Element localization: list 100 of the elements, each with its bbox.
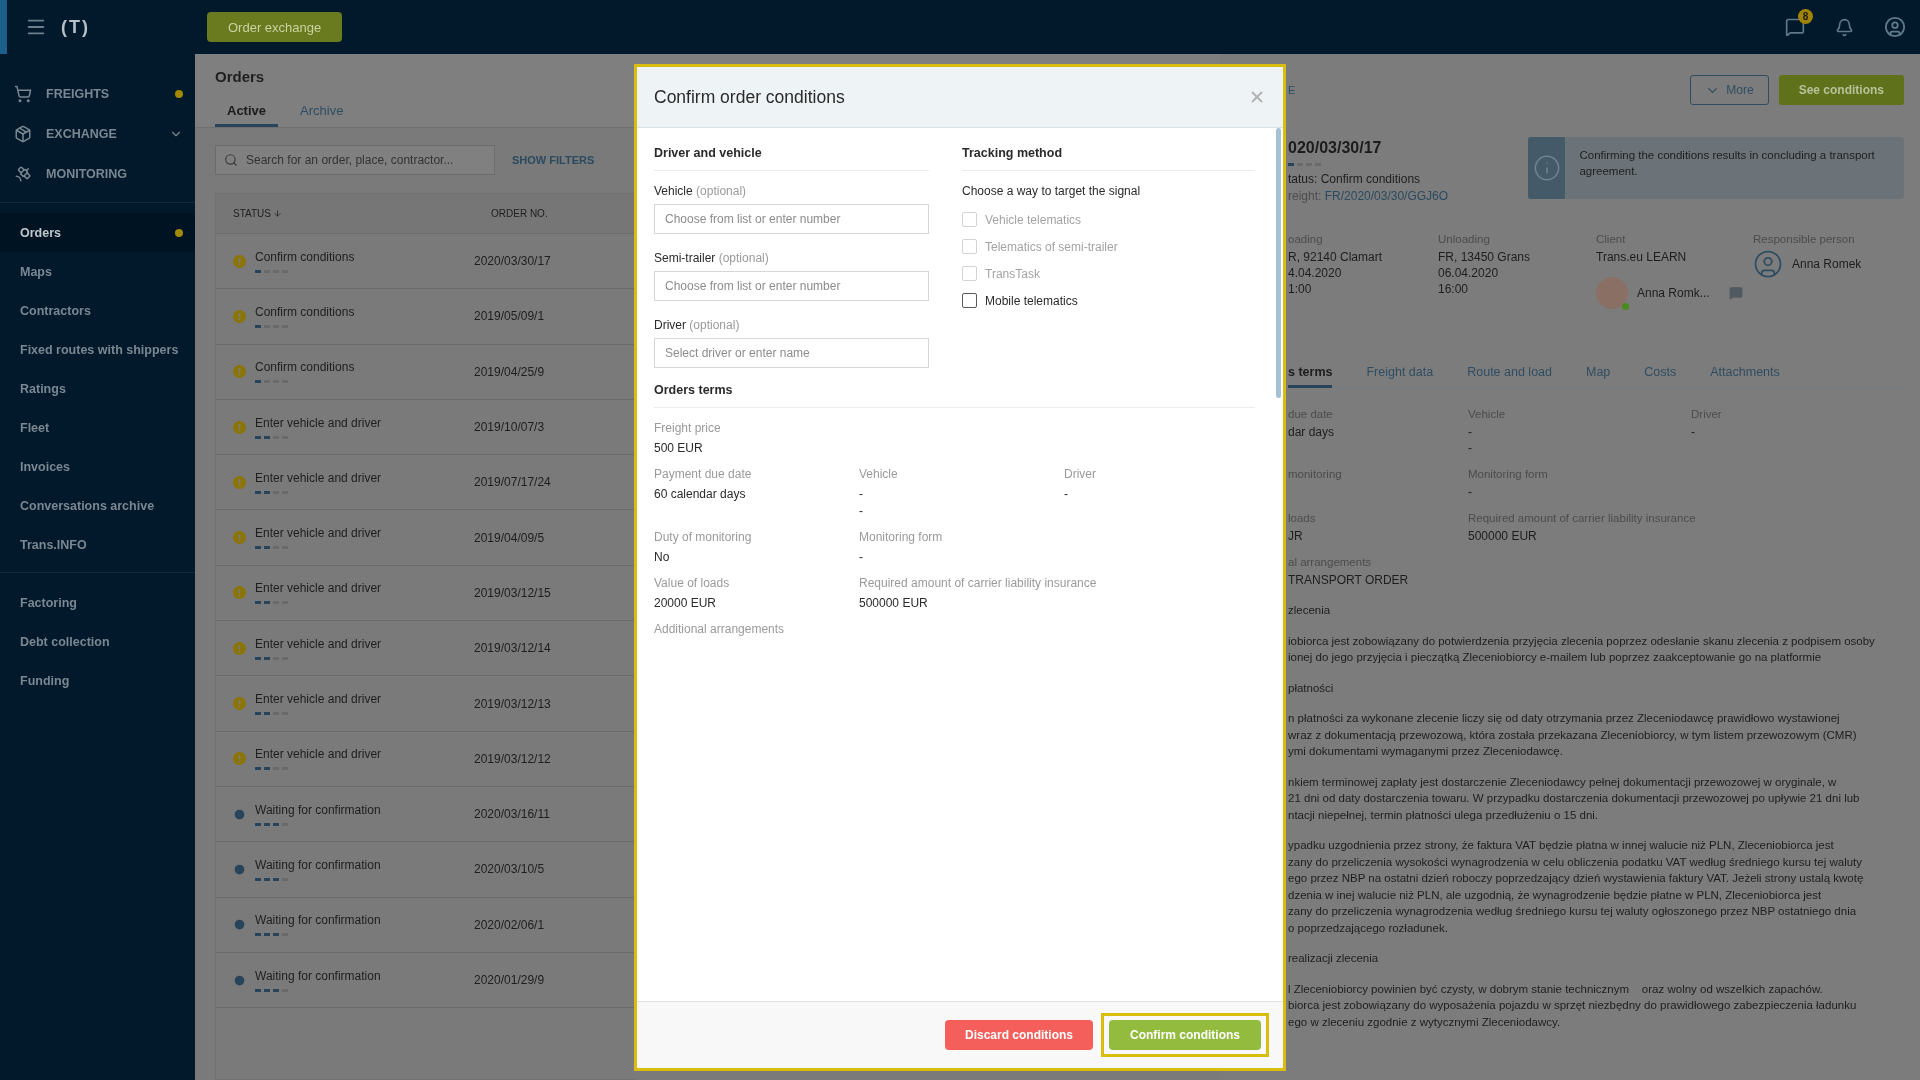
term-label: Additional arrangements <box>654 622 785 636</box>
status-text: Enter vehicle and driver <box>255 526 382 541</box>
tab[interactable]: Active <box>215 99 279 127</box>
term-value: 500000 EUR <box>1468 528 1538 544</box>
sort-arrow-icon <box>272 209 282 218</box>
order-number: 2019/03/12/13 <box>474 696 551 711</box>
term-label: Value of loads <box>654 576 730 590</box>
status-text: Waiting for confirmation <box>255 857 381 872</box>
text-line: ypadku uzgodnienia przez strony, że faktura VAT będzie płatna w innej walucie niż PLN, Zleceniobiorca jest <box>1288 838 1835 853</box>
sidebar-section[interactable]: EXCHANGE <box>46 127 117 141</box>
term-value: - <box>1468 484 1473 500</box>
term-label: Required amount of carrier liability insurance <box>859 576 1097 590</box>
sidebar-item[interactable]: Fixed routes with shippers <box>0 330 195 369</box>
sidebar-section[interactable]: MONITORING <box>46 167 128 181</box>
text-line: iobiorca jest zobowiązany do potwierdzenia przyjęcia zlecenia poprzez odesłanie skanu zlecenia z podpisem osoby <box>1288 633 1876 649</box>
box-icon <box>14 125 32 143</box>
status-text: Enter vehicle and driver <box>255 415 382 430</box>
sidebar-item[interactable]: Orders <box>0 213 195 252</box>
field-value: 16:00 <box>1438 281 1470 297</box>
info-text: Confirming the conditions results in concluding a transport agreement. <box>1578 148 1876 179</box>
term-value: 20000 EUR <box>654 595 718 612</box>
input-field[interactable]: Select driver or enter name <box>654 338 929 368</box>
user-icon[interactable] <box>1884 16 1906 38</box>
discard-button[interactable]: Discard conditions <box>944 1020 1093 1050</box>
tab[interactable]: Attachments <box>1710 365 1780 388</box>
sidebar-item[interactable]: Debt collection <box>0 622 195 661</box>
term-label: Monitoring form <box>859 530 943 544</box>
bell-icon[interactable] <box>1835 17 1854 37</box>
see-conditions-button[interactable]: See conditions <box>1778 75 1904 105</box>
sidebar-section[interactable]: FREIGHTS <box>46 87 110 101</box>
field-label: Vehicle (optional) <box>654 184 748 198</box>
term-value: No <box>654 549 671 566</box>
sidebar-item[interactable]: Maps <box>0 252 195 291</box>
text-line: zany do przeliczenia wysokości wynagrodzenia w celu obliczenia podatku VAT według średniego kursu tej waluty <box>1288 854 1864 870</box>
tab[interactable]: Freight data <box>1366 365 1434 388</box>
section-title: Orders terms <box>654 383 1255 408</box>
chat-icon[interactable] <box>1785 17 1805 37</box>
text-line: n płatności za wykonane zlecenie liczy się od daty otrzymania przez Zleceniodawcę prawidłowo wystawionej <box>1288 711 1841 726</box>
term-label: Duty of monitoring <box>654 530 752 544</box>
user-icon <box>1753 249 1783 279</box>
sidebar-item[interactable]: Conversations archive <box>0 486 195 525</box>
text-line: wraz z dokumentacją przewozową, która została przekazana Zleceniobiorcy, w tym listem przewozowym (CMR) <box>1288 727 1858 743</box>
section-title: Tracking method <box>962 146 1255 171</box>
status-text: Enter vehicle and driver <box>255 470 382 485</box>
status-text: tatus: Confirm conditions <box>1288 172 1422 186</box>
breadcrumb[interactable]: E <box>1288 84 1296 96</box>
sidebar-item[interactable]: Contractors <box>0 291 195 330</box>
order-number: 2019/04/09/5 <box>474 530 545 545</box>
order-exchange-button[interactable]: Order exchange <box>207 12 343 42</box>
input-field[interactable]: Choose from list or enter number <box>654 204 929 234</box>
field-value: Trans.eu LEARN <box>1596 249 1688 265</box>
confirm-button[interactable]: Confirm conditions <box>1109 1020 1261 1050</box>
term-value: - <box>1691 424 1696 440</box>
sidebar-item[interactable]: Invoices <box>0 447 195 486</box>
page-title: Orders <box>215 68 266 85</box>
term-value: - <box>859 549 864 566</box>
order-number: 2019/04/25/9 <box>474 364 545 379</box>
tab[interactable]: Map <box>1586 365 1611 388</box>
checkbox[interactable] <box>962 293 977 308</box>
more-button[interactable]: More <box>1690 75 1769 105</box>
tab[interactable]: Costs <box>1644 365 1677 388</box>
show-filters-link[interactable]: SHOW FILTERS <box>512 154 595 166</box>
info-icon <box>1532 154 1561 182</box>
text-line: nkiem terminowej zapłaty jest dostarczenie Zleceniodawcy pełnej dokumentacji przewozowej w oryginale, w <box>1288 774 1838 790</box>
field-value: 1:00 <box>1288 281 1313 297</box>
field-label: Driver (optional) <box>654 318 741 332</box>
field-value: 06.04.2020 <box>1438 265 1500 281</box>
warning-icon <box>233 641 246 655</box>
order-number-heading: 020/03/30/17 <box>1288 139 1383 157</box>
column-header[interactable]: ORDER NO. <box>491 208 548 219</box>
text-line: ymi dokumentami wymaganymi przez Zleceniodawcę. <box>1288 744 1564 759</box>
input-field[interactable]: Choose from list or enter number <box>654 271 929 301</box>
text-line: dzenia w inej walucie niż PLN, ale uzgodnią, że wynagrodzenie będzie płatne w PLN, Zleceniobiorca jest <box>1288 887 1823 903</box>
tab[interactable]: Route and load <box>1467 365 1552 388</box>
tab[interactable]: Archive <box>288 99 356 127</box>
sidebar-item[interactable]: Funding <box>0 661 195 700</box>
checkbox-label[interactable]: Mobile telematics <box>985 293 1078 308</box>
status-text: Waiting for confirmation <box>255 913 381 928</box>
column-header[interactable]: STATUS <box>233 208 271 219</box>
status-text: Confirm conditions <box>255 249 355 264</box>
warning-icon <box>233 586 246 600</box>
sidebar-item[interactable]: Factoring <box>0 583 195 622</box>
logo[interactable]: (T) <box>61 16 90 38</box>
warning-icon <box>233 365 246 379</box>
order-number: 2019/03/12/12 <box>474 751 551 766</box>
sidebar-item[interactable]: Fleet <box>0 408 195 447</box>
term-value: TRANSPORT ORDER <box>1288 572 1410 588</box>
sidebar-item[interactable]: Trans.INFO <box>0 525 195 564</box>
text-line: ego w zleceniu zgodnie z wytycznymi Zleceniodawcy. <box>1288 1014 1562 1030</box>
status-text: Waiting for confirmation <box>255 802 381 817</box>
contact-name[interactable]: Anna Romk... <box>1637 285 1710 301</box>
order-number: 2020/01/29/9 <box>474 973 545 987</box>
scrollbar[interactable] <box>1276 128 1281 398</box>
term-value: - <box>1468 440 1473 456</box>
freight-link[interactable]: FR/2020/03/30/GGJ6O <box>1324 189 1449 203</box>
cart-icon <box>14 85 32 103</box>
sidebar-item[interactable]: Ratings <box>0 369 195 408</box>
term-value: - <box>859 486 864 503</box>
search-field[interactable]: Search for an order, place, contractor... <box>215 145 495 175</box>
status-text: Enter vehicle and driver <box>255 636 382 651</box>
